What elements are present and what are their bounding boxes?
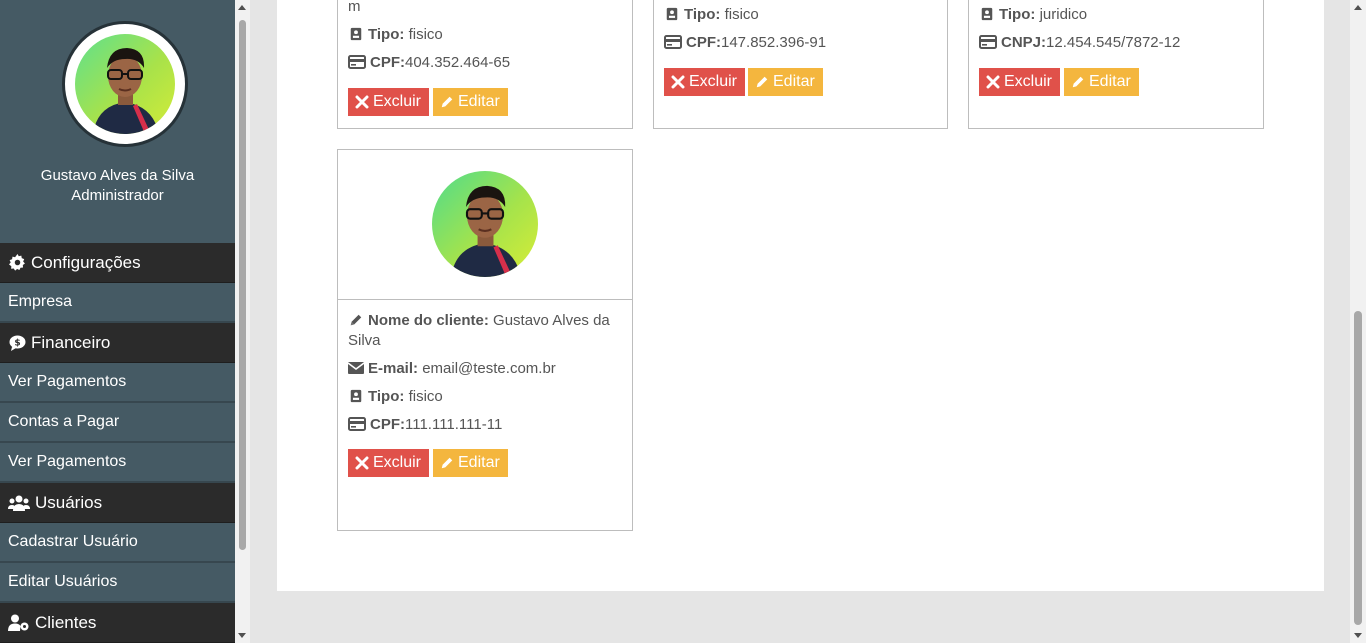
client-document: CNPJ:12.454.545/7872-12: [979, 33, 1180, 53]
sidebar-menu: Configurações Empresa $ Financeiro Ver P…: [0, 243, 235, 643]
menu-section-usuarios[interactable]: Usuários: [0, 483, 235, 523]
scroll-up-arrow-icon[interactable]: [1354, 5, 1362, 10]
client-email: E-mail: email@teste.com.br: [348, 359, 556, 379]
pencil-icon: [440, 456, 454, 470]
client-document: CPF:404.352.464-65: [348, 53, 510, 73]
close-icon: [355, 95, 369, 109]
users-icon: [8, 494, 30, 512]
menu-item-contas-a-pagar[interactable]: Contas a Pagar: [0, 403, 235, 443]
client-type: Tipo: fisico: [348, 387, 443, 407]
menu-item-cadastrar-usuario[interactable]: Cadastrar Usuário: [0, 523, 235, 563]
menu-section-label: Usuários: [35, 492, 103, 512]
menu-item-ver-pagamentos[interactable]: Ver Pagamentos: [0, 363, 235, 403]
client-photo: [432, 171, 538, 277]
menu-section-label: Configurações: [31, 252, 141, 272]
client-card: Tipo: juridico CNPJ:12.454.545/7872-12 E…: [968, 0, 1264, 129]
user-gear-icon: [8, 614, 30, 632]
menu-item-editar-usuarios[interactable]: Editar Usuários: [0, 563, 235, 603]
menu-item-empresa[interactable]: Empresa: [0, 283, 235, 323]
client-list-panel: m Tipo: fisico CPF:404.352.464-65 Exclui…: [277, 0, 1324, 591]
edit-button[interactable]: Editar: [748, 68, 823, 96]
pencil-icon: [755, 75, 769, 89]
id-badge-icon: [979, 7, 995, 21]
client-type: Tipo: fisico: [664, 5, 759, 25]
page-scrollbar[interactable]: [1350, 0, 1366, 643]
credit-card-icon: [979, 35, 997, 49]
sidebar-scrollbar-thumb[interactable]: [239, 20, 246, 550]
sidebar-scrollbar[interactable]: [235, 0, 250, 643]
sidebar: Gustavo Alves da Silva Administrador Con…: [0, 0, 235, 643]
id-badge-icon: [348, 389, 364, 403]
client-card: Nome do cliente: Gustavo Alves da Silva …: [337, 149, 633, 531]
credit-card-icon: [664, 35, 682, 49]
credit-card-icon: [348, 417, 366, 431]
menu-section-configuracoes[interactable]: Configurações: [0, 243, 235, 283]
edit-button[interactable]: Editar: [1064, 68, 1139, 96]
svg-text:$: $: [14, 338, 20, 348]
envelope-icon: [348, 361, 364, 375]
delete-button[interactable]: Excluir: [348, 449, 430, 477]
delete-button[interactable]: Excluir: [348, 88, 430, 116]
edit-button[interactable]: Editar: [433, 449, 508, 477]
delete-button[interactable]: Excluir: [979, 68, 1061, 96]
profile-role: Administrador: [71, 187, 164, 204]
close-icon: [671, 75, 685, 89]
id-badge-icon: [664, 7, 680, 21]
client-type: Tipo: juridico: [979, 5, 1087, 25]
pencil-icon: [348, 313, 364, 327]
client-card: Tipo: fisico CPF:147.852.396-91 Excluir …: [653, 0, 948, 129]
menu-section-label: Financeiro: [31, 332, 111, 352]
client-document: CPF:147.852.396-91: [664, 33, 826, 53]
menu-section-label: Clientes: [35, 612, 97, 632]
credit-card-icon: [348, 55, 366, 69]
client-name-tail: m: [348, 0, 361, 15]
scroll-down-arrow-icon[interactable]: [238, 633, 246, 638]
edit-button[interactable]: Editar: [433, 88, 508, 116]
profile-panel: Gustavo Alves da Silva Administrador: [0, 0, 235, 243]
menu-section-clientes[interactable]: Clientes: [0, 603, 235, 643]
profile-name: Gustavo Alves da Silva: [40, 167, 195, 184]
close-icon: [355, 456, 369, 470]
delete-button[interactable]: Excluir: [664, 68, 746, 96]
client-document: CPF:111.111.111-11: [348, 415, 502, 435]
pencil-icon: [1071, 75, 1085, 89]
page-scrollbar-thumb[interactable]: [1354, 311, 1362, 625]
client-name: Nome do cliente: Gustavo Alves da Silva: [348, 312, 610, 349]
client-type: Tipo: fisico: [348, 25, 443, 45]
menu-section-financeiro[interactable]: $ Financeiro: [0, 323, 235, 363]
avatar: [62, 21, 188, 147]
id-badge-icon: [348, 27, 364, 41]
client-photo-area: [338, 150, 632, 300]
money-bubble-icon: $: [8, 334, 26, 352]
scroll-down-arrow-icon[interactable]: [1354, 633, 1362, 638]
scroll-up-arrow-icon[interactable]: [238, 5, 246, 10]
pencil-icon: [440, 95, 454, 109]
client-card: m Tipo: fisico CPF:404.352.464-65 Exclui…: [337, 0, 633, 129]
menu-item-ver-pagamentos-2[interactable]: Ver Pagamentos: [0, 443, 235, 483]
gear-icon: [8, 254, 26, 272]
close-icon: [986, 75, 1000, 89]
